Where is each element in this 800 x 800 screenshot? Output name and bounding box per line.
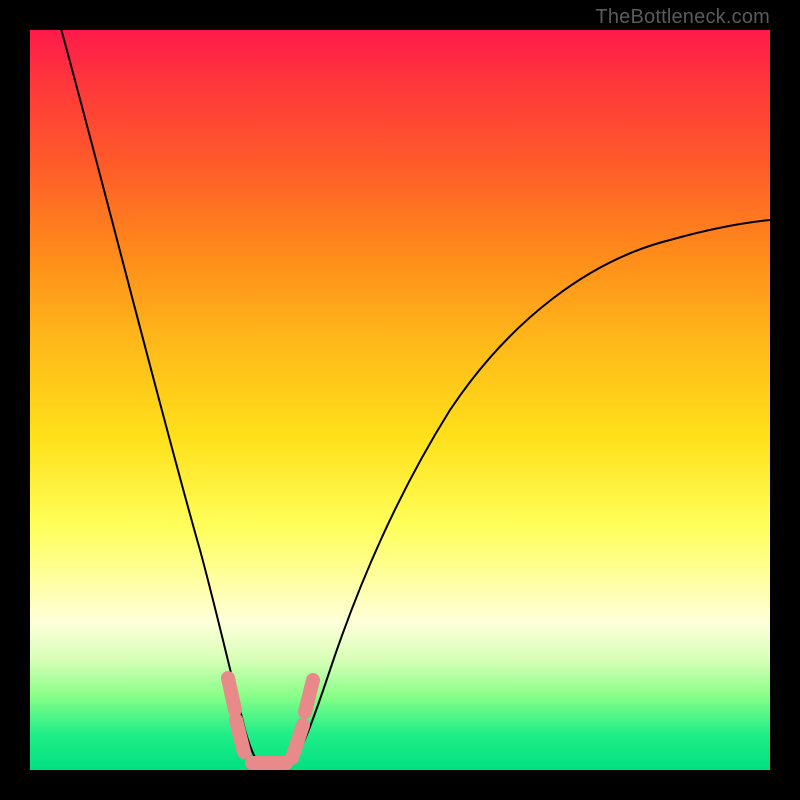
curve-left-branch (60, 30, 265, 768)
marker-seg (228, 678, 235, 710)
curve-svg (30, 30, 770, 770)
marker-seg (305, 680, 313, 712)
watermark-text: TheBottleneck.com (595, 6, 770, 29)
marker-seg (236, 720, 244, 752)
trough-markers (228, 678, 313, 763)
curve-right-branch (288, 220, 770, 768)
marker-seg (292, 725, 303, 758)
chart-plot-area (30, 30, 770, 770)
